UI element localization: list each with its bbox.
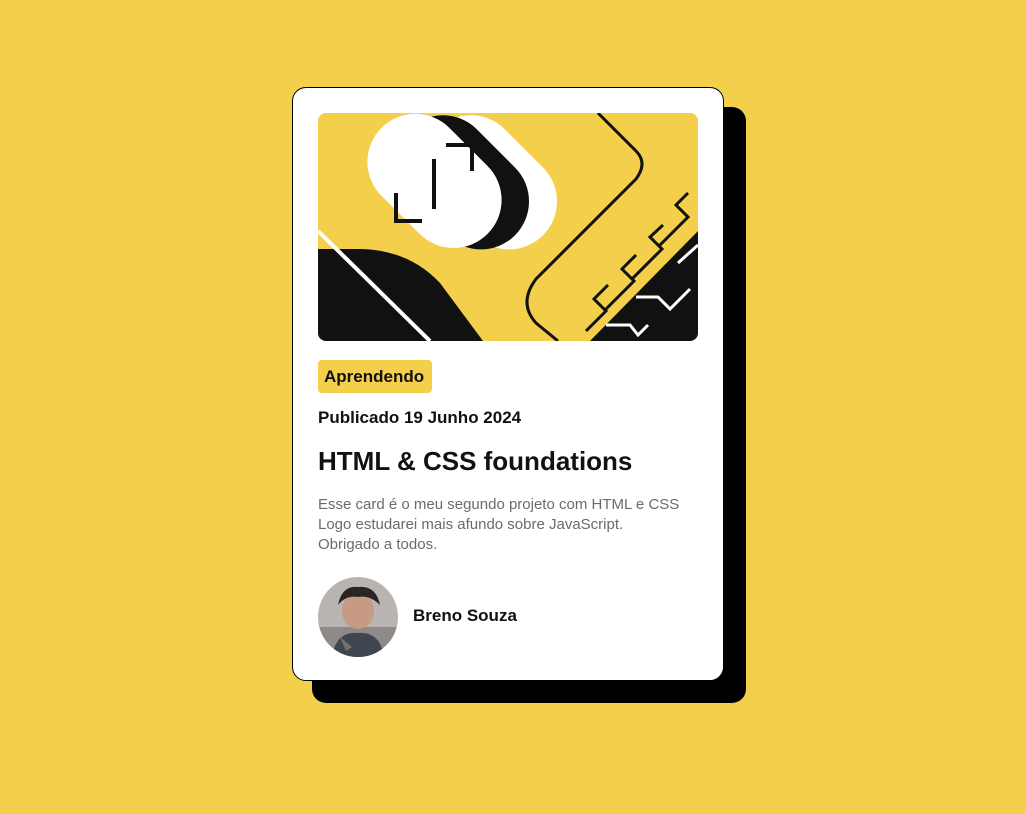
category-tag: Aprendendo	[318, 360, 433, 393]
author-name: Breno Souza	[413, 606, 517, 625]
blog-preview-card: Aprendendo Publicado 19 Junho 2024 HTML …	[292, 87, 724, 681]
card-description: Esse card é o meu segundo projeto com HT…	[318, 495, 713, 555]
author-avatar	[318, 577, 398, 657]
abstract-geometric-illustration-icon	[318, 113, 698, 341]
page-background: Aprendendo Publicado 19 Junho 2024 HTML …	[0, 0, 1026, 814]
description-line: Esse card é o meu segundo projeto com HT…	[318, 496, 680, 513]
published-date: Publicado 19 Junho 2024	[318, 408, 522, 427]
card-illustration	[318, 113, 698, 341]
description-line: Obrigado a todos.	[318, 536, 438, 553]
profile-photo-icon	[318, 577, 398, 657]
description-line: Logo estudarei mais afundo sobre JavaScr…	[318, 516, 624, 533]
card-title[interactable]: HTML & CSS foundations	[318, 446, 632, 477]
